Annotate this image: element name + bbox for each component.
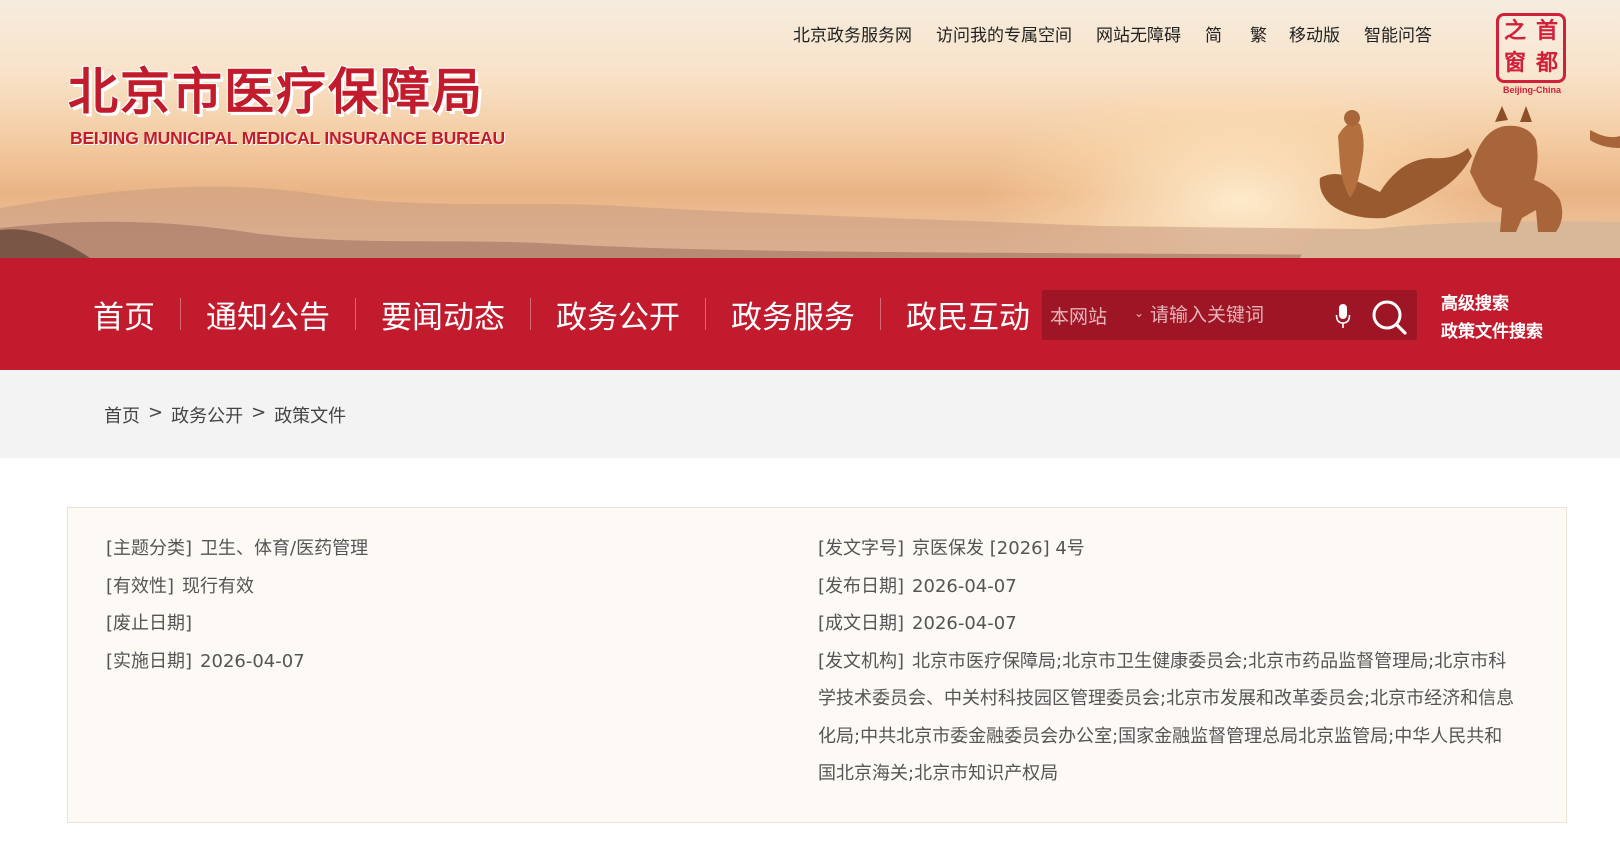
link-accessibility[interactable]: 网站无障碍 — [1096, 21, 1181, 46]
breadcrumb-gov-affairs[interactable]: 政务公开 — [171, 402, 243, 428]
link-my-space[interactable]: 访问我的专属空间 — [936, 21, 1072, 46]
meta-value: 2026-04-07 — [912, 575, 1017, 597]
meta-row-issuing-agencies: [发文机构] 北京市医疗保障局;北京市卫生健康委员会;北京市药品监督管理局;北京市… — [818, 643, 1518, 793]
header-banner: 北京市医疗保障局 BEIJING MUNICIPAL MEDICAL INSUR… — [0, 0, 1620, 258]
capital-window-logo[interactable]: 之 首 窗 都 Beijing-China — [1496, 13, 1568, 99]
link-smart-qa[interactable]: 智能问答 — [1364, 21, 1432, 46]
link-simplified-chinese[interactable]: 简 — [1205, 21, 1222, 46]
search-input[interactable] — [1150, 295, 1340, 335]
seal-char: 都 — [1535, 51, 1558, 76]
chevron-down-icon: ⌄ — [1134, 305, 1145, 320]
site-logo[interactable]: 北京市医疗保障局 BEIJING MUNICIPAL MEDICAL INSUR… — [68, 62, 505, 149]
link-mobile-version[interactable]: 移动版 — [1289, 21, 1340, 46]
nav-gov-services[interactable]: 政务服务 — [706, 292, 880, 337]
metadata-left-column: [主题分类] 卫生、体育/医药管理 [有效性] 现行有效 [废止日期] [实施日期]… — [106, 530, 746, 680]
nav-notices[interactable]: 通知公告 — [181, 292, 355, 337]
search-icon[interactable] — [1370, 298, 1408, 336]
top-utility-links: 北京政务服务网 访问我的专属空间 网站无障碍 简 繁 移动版 智能问答 — [793, 20, 1456, 46]
policy-search-link[interactable]: 政策文件搜索 — [1441, 318, 1543, 346]
nav-interaction[interactable]: 政民互动 — [881, 292, 1055, 337]
nav-news[interactable]: 要闻动态 — [356, 292, 530, 337]
link-traditional-chinese[interactable]: 繁 — [1250, 21, 1267, 46]
capital-seal: 之 首 窗 都 — [1496, 13, 1566, 83]
seal-char: 之 — [1503, 19, 1526, 44]
meta-row-repeal-date: [废止日期] — [106, 605, 746, 643]
meta-value: 2026-04-07 — [200, 650, 305, 672]
meta-value: 北京市医疗保障局;北京市卫生健康委员会;北京市药品监督管理局;北京市科学技术委员… — [818, 650, 1515, 785]
meta-label: [发布日期] — [818, 575, 905, 597]
meta-row-doc-number: [发文字号] 京医保发 [2026] 4号 — [818, 530, 1518, 568]
meta-label: [有效性] — [106, 575, 175, 597]
nav-home[interactable]: 首页 — [68, 292, 180, 337]
meta-row-topic: [主题分类] 卫生、体育/医药管理 — [106, 530, 746, 568]
metadata-right-column: [发文字号] 京医保发 [2026] 4号 [发布日期] 2026-04-07 [成… — [818, 530, 1518, 793]
meta-label: [实施日期] — [106, 650, 193, 672]
meta-label: [废止日期] — [106, 613, 193, 634]
site-search: 本网站 ⌄ — [1042, 290, 1417, 340]
document-metadata-panel: [主题分类] 卫生、体育/医药管理 [有效性] 现行有效 [废止日期] [实施日期]… — [67, 507, 1567, 823]
meta-label: [发文机构] — [818, 650, 905, 672]
breadcrumb-home[interactable]: 首页 — [104, 402, 140, 428]
search-scope-select[interactable]: 本网站 ⌄ — [1042, 302, 1145, 329]
nav-gov-affairs[interactable]: 政务公开 — [531, 292, 705, 337]
logo-chinese-title: 北京市医疗保障局 — [68, 63, 484, 121]
meta-row-effective-date: [实施日期] 2026-04-07 — [106, 643, 746, 681]
breadcrumb-separator: > — [251, 402, 267, 423]
meta-label: [发文字号] — [818, 538, 905, 559]
capital-logo-english: Beijing-China — [1503, 85, 1561, 95]
seal-char: 窗 — [1503, 51, 1526, 76]
breadcrumb-separator: > — [148, 402, 164, 423]
meta-label: [主题分类] — [106, 538, 193, 559]
meta-row-publish-date: [发布日期] 2026-04-07 — [818, 568, 1518, 606]
meta-value: 卫生、体育/医药管理 — [200, 538, 369, 559]
meta-value: 京医保发 [2026] 4号 — [912, 538, 1085, 559]
meta-label: [成文日期] — [818, 613, 905, 634]
link-beijing-gov-service[interactable]: 北京政务服务网 — [793, 21, 912, 46]
logo-english-title: BEIJING MUNICIPAL MEDICAL INSURANCE BURE… — [70, 128, 505, 148]
meta-row-validity: [有效性] 现行有效 — [106, 568, 746, 606]
bronze-statues-image — [1300, 106, 1620, 258]
meta-value: 现行有效 — [182, 575, 255, 597]
microphone-icon[interactable] — [1335, 303, 1351, 329]
advanced-search-links: 高级搜索 政策文件搜索 — [1441, 290, 1543, 346]
breadcrumb: 首页 > 政务公开 > 政策文件 — [104, 402, 346, 428]
search-scope-label: 本网站 — [1050, 305, 1108, 328]
seal-char: 首 — [1535, 19, 1558, 44]
breadcrumb-policy-docs[interactable]: 政策文件 — [274, 402, 346, 428]
breadcrumb-bar: 首页 > 政务公开 > 政策文件 — [0, 370, 1620, 458]
meta-value: 2026-04-07 — [912, 613, 1017, 634]
meta-row-written-date: [成文日期] 2026-04-07 — [818, 605, 1518, 643]
advanced-search-link[interactable]: 高级搜索 — [1441, 290, 1543, 318]
